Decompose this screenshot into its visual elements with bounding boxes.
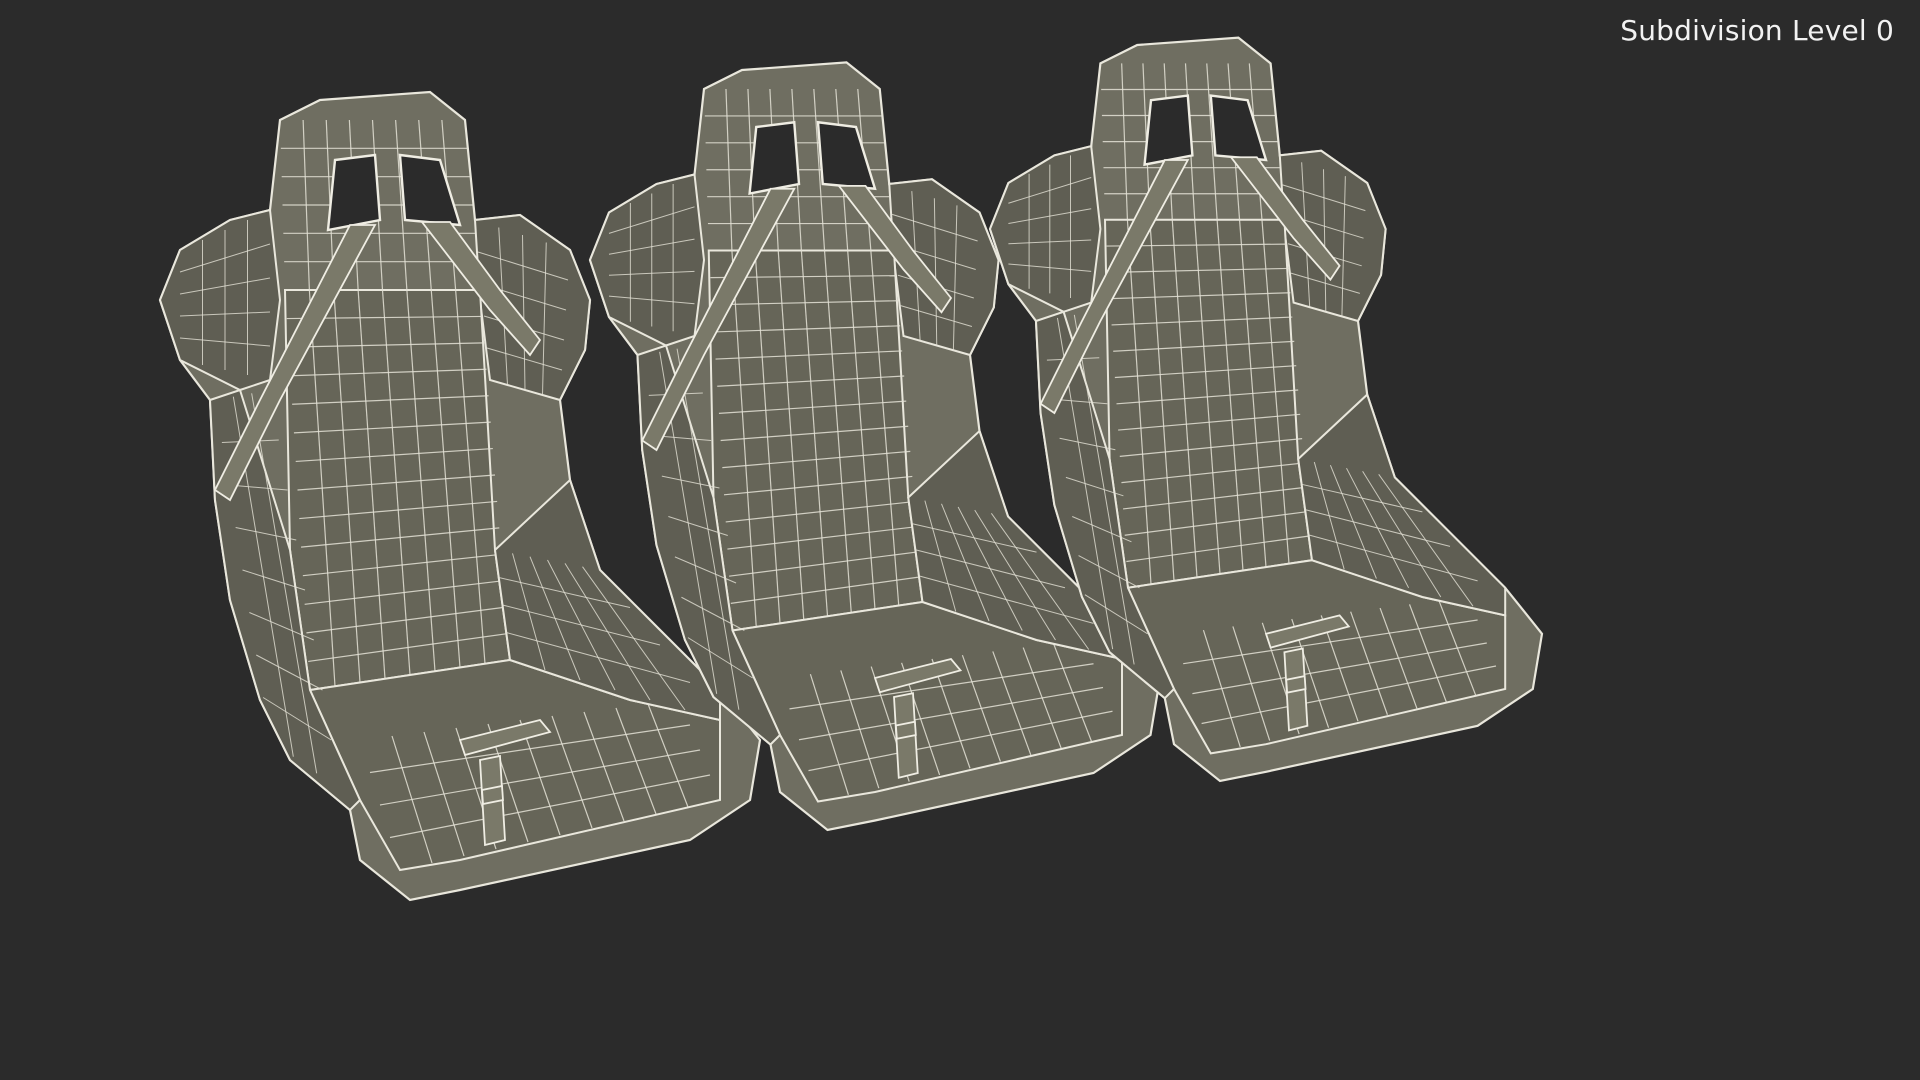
3d-viewport[interactable]: Subdivision Level 0 <box>0 0 1920 1080</box>
subdivision-level-label: Subdivision Level 0 <box>1620 14 1894 47</box>
wireframe-scene <box>158 36 1544 902</box>
